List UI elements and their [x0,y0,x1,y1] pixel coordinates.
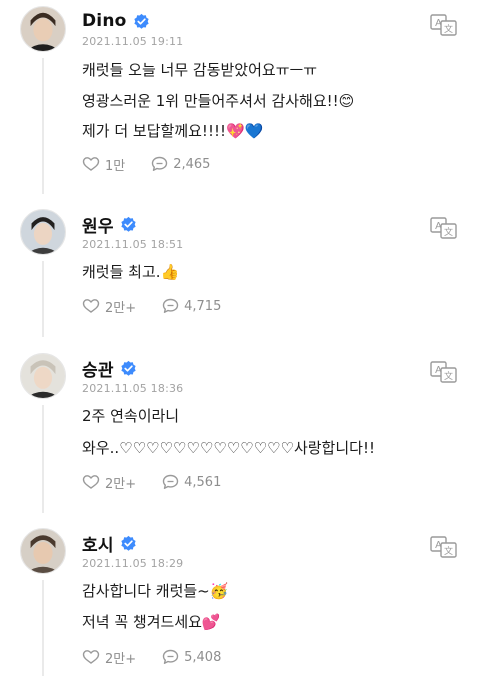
author-name[interactable]: 원우 [82,212,114,237]
translate-icon[interactable]: A文 [430,217,458,239]
avatar[interactable] [20,209,66,255]
comment-count: 5,408 [184,649,222,665]
comment-button[interactable]: 5,408 [162,649,221,665]
post-text-line: 캐럿들 최고.👍 [82,263,180,281]
comment-count: 4,561 [184,474,222,490]
comment-icon [162,298,179,313]
translate-icon[interactable]: A文 [430,361,458,383]
like-count: 1만 [105,158,126,174]
post-text-line: 영광스러운 1위 만들어주셔서 감사해요!!😊 [82,92,355,110]
thread-line [42,58,44,194]
thread-line [42,261,44,337]
post-date: 2021.11.05 18:51 [82,238,184,251]
like-button[interactable]: 2만+ [82,648,136,667]
post-text-line: 캐럿들 오늘 너무 감동받았어요ㅠㅡㅠ [82,61,318,79]
svg-text:文: 文 [444,545,453,557]
like-count: 2만+ [105,476,137,492]
comment-icon [162,649,179,664]
comment-button[interactable]: 4,715 [162,298,221,314]
svg-text:文: 文 [444,370,453,382]
like-icon [82,299,100,313]
comment-button[interactable]: 2,465 [151,156,210,172]
post-date: 2021.11.05 19:11 [82,35,184,48]
like-icon [82,650,100,664]
comment-count: 2,465 [173,156,211,172]
like-count: 2만+ [105,651,137,667]
like-button[interactable]: 2만+ [82,473,136,492]
like-icon [82,475,100,489]
thread-line [42,580,44,676]
thread-line [42,405,44,513]
post-text-line: 저녁 꼭 챙겨드세요💕 [82,613,221,631]
post-date: 2021.11.05 18:36 [82,382,184,395]
svg-text:文: 文 [444,23,453,35]
like-button[interactable]: 1만 [82,155,125,174]
comment-icon [152,156,168,171]
verified-badge-icon [120,535,137,552]
avatar[interactable] [20,528,66,574]
post-text-line: 제가 더 보답할께요!!!!💖💙 [82,122,264,140]
avatar[interactable] [20,353,66,399]
comment-count: 4,715 [184,298,222,314]
verified-badge-icon [120,216,137,233]
author-name[interactable]: 승관 [82,356,114,381]
like-button[interactable]: 2만+ [82,297,136,316]
post-text-line: 감사합니다 캐럿들~🥳 [82,582,229,600]
author-name[interactable]: 호시 [82,531,114,556]
like-icon [82,157,100,171]
verified-badge-icon [133,13,150,30]
avatar[interactable] [20,6,66,52]
comment-button[interactable]: 4,561 [162,474,221,490]
post-text-line: 와우..♡♡♡♡♡♡♡♡♡♡♡♡♡사랑합니다!! [82,439,375,457]
translate-icon[interactable]: A文 [430,536,458,558]
verified-badge-icon [120,360,137,377]
comment-icon [162,474,179,489]
translate-icon[interactable]: A文 [430,14,458,36]
like-count: 2만+ [105,300,137,316]
svg-text:文: 文 [444,226,453,238]
post-date: 2021.11.05 18:29 [82,557,184,570]
post-text-line: 2주 연속이라니 [82,407,180,425]
author-name[interactable]: Dino [82,11,127,31]
